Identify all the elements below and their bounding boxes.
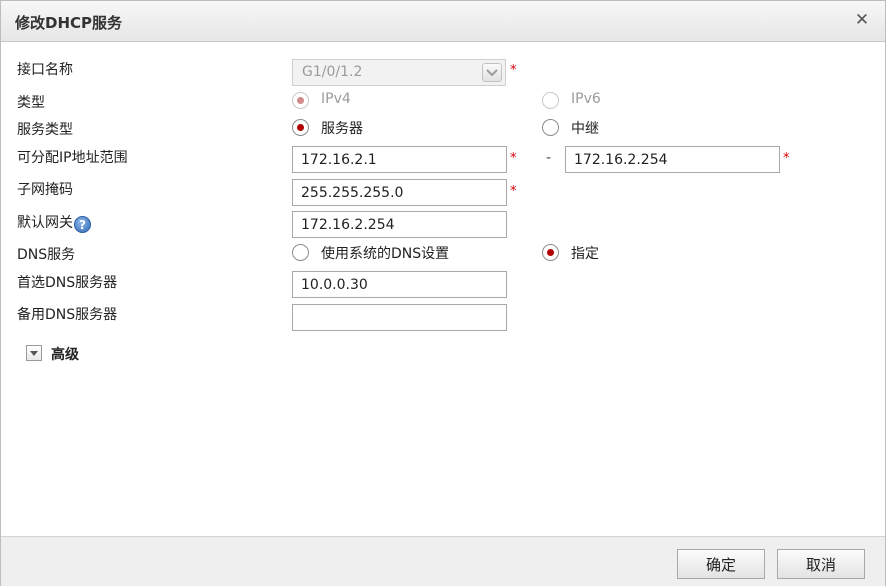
cancel-button[interactable]: 取消 <box>777 549 865 579</box>
radio-server-label[interactable]: 服务器 <box>321 118 363 138</box>
dns-service-label: DNS服务 <box>17 247 76 263</box>
interface-name-label: 接口名称 <box>17 62 73 78</box>
radio-specify-dns-label[interactable]: 指定 <box>571 243 599 263</box>
radio-ipv4 <box>292 92 309 109</box>
radio-system-dns[interactable] <box>292 244 309 261</box>
radio-ipv4-label: IPv4 <box>321 91 351 107</box>
type-label: 类型 <box>17 95 45 111</box>
dialog-titlebar: 修改DHCP服务 ✕ <box>1 1 885 42</box>
modify-dhcp-dialog: 修改DHCP服务 ✕ 接口名称 G1/0/1.2 * 类型 IPv4 IPv6 … <box>0 0 886 586</box>
chevron-down-icon <box>482 63 502 82</box>
subnet-mask-label: 子网掩码 <box>17 182 73 198</box>
required-mark: * <box>510 63 517 78</box>
dialog-footer: 确定 取消 <box>1 536 885 586</box>
radio-server[interactable] <box>292 119 309 136</box>
close-icon[interactable]: ✕ <box>853 11 871 29</box>
ip-range-label: 可分配IP地址范围 <box>17 150 128 166</box>
interface-name-value: G1/0/1.2 <box>302 64 363 80</box>
primary-dns-label: 首选DNS服务器 <box>17 275 118 291</box>
radio-ipv6-label: IPv6 <box>571 91 601 107</box>
secondary-dns-input[interactable] <box>292 304 507 331</box>
radio-relay-label[interactable]: 中继 <box>571 118 599 138</box>
required-mark: * <box>510 184 517 199</box>
range-separator: - <box>546 150 552 166</box>
radio-relay[interactable] <box>542 119 559 136</box>
service-type-label: 服务类型 <box>17 122 73 138</box>
expand-toggle-icon[interactable] <box>26 345 42 361</box>
default-gateway-label: 默认网关? <box>17 212 91 233</box>
primary-dns-input[interactable] <box>292 271 507 298</box>
advanced-section-label[interactable]: 高级 <box>51 344 79 364</box>
subnet-mask-input[interactable] <box>292 179 507 206</box>
required-mark: * <box>510 151 517 166</box>
ip-range-end-input[interactable] <box>565 146 780 173</box>
help-icon[interactable]: ? <box>74 216 91 233</box>
dialog-title: 修改DHCP服务 <box>15 14 123 32</box>
required-mark: * <box>783 151 790 166</box>
secondary-dns-label: 备用DNS服务器 <box>17 307 118 323</box>
ip-range-start-input[interactable] <box>292 146 507 173</box>
default-gateway-input[interactable] <box>292 211 507 238</box>
radio-system-dns-label[interactable]: 使用系统的DNS设置 <box>321 243 449 263</box>
radio-ipv6 <box>542 92 559 109</box>
radio-specify-dns[interactable] <box>542 244 559 261</box>
ok-button[interactable]: 确定 <box>677 549 765 579</box>
default-gateway-text: 默认网关 <box>17 215 73 231</box>
interface-name-select: G1/0/1.2 <box>292 59 506 86</box>
